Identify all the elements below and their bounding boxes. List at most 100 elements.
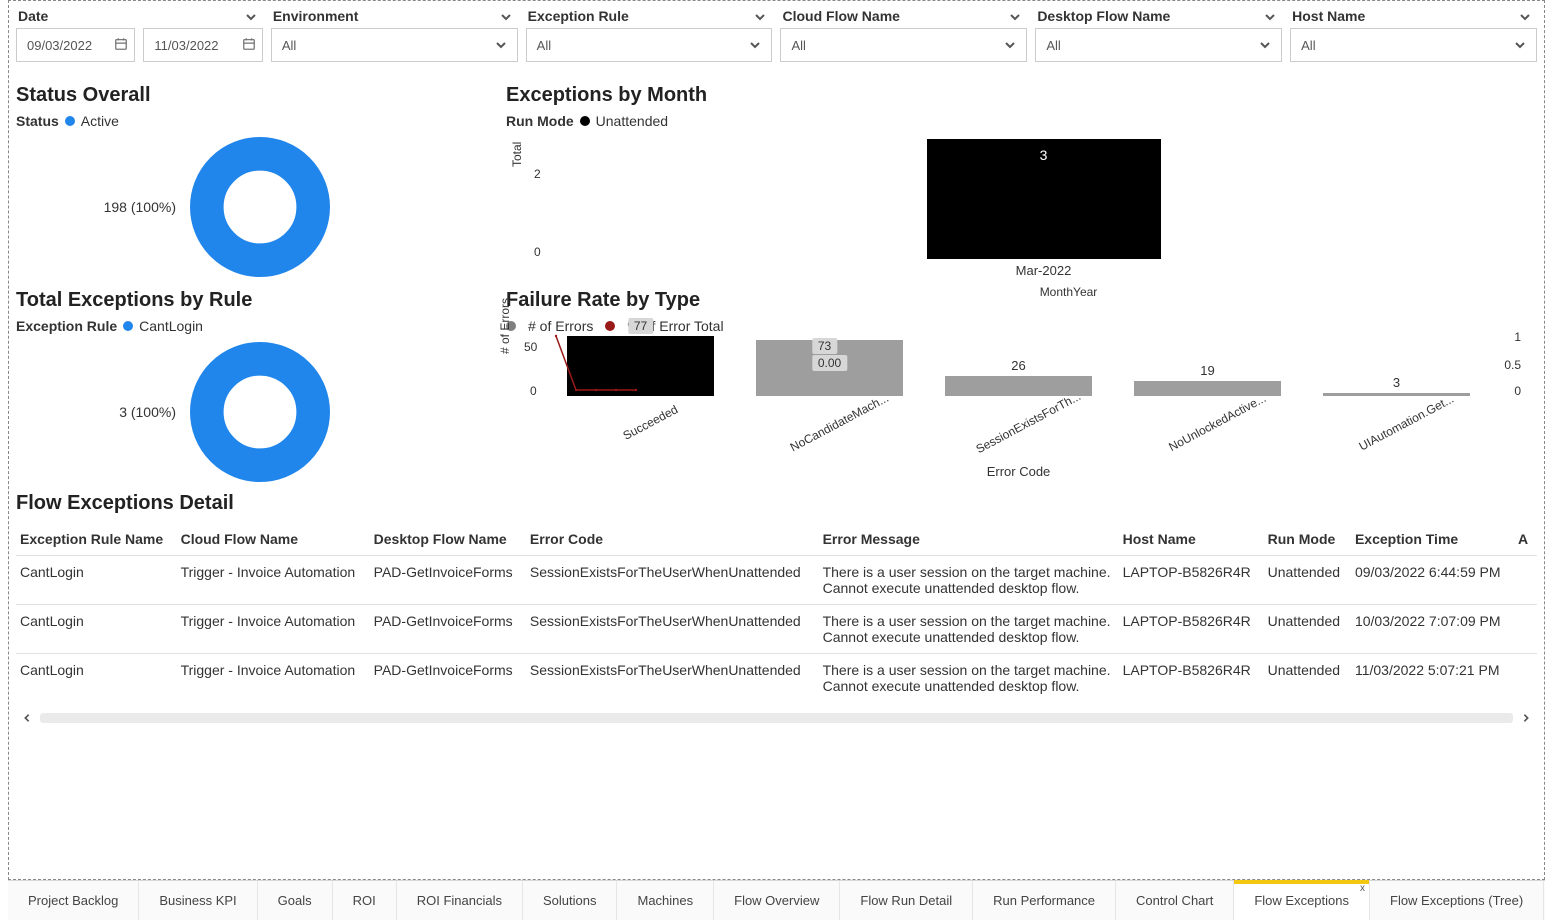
th-cloud[interactable]: Cloud Flow Name [177, 525, 370, 556]
status-overall-legend[interactable]: Status Active [16, 113, 506, 129]
tab-project-backlog[interactable]: Project Backlog [8, 881, 139, 920]
fr-bar-value-0: 77 [628, 318, 653, 334]
fr-bar-value-2: 26 [1011, 358, 1025, 373]
cell-host: LAPTOP-B5826R4R [1119, 556, 1264, 605]
tab-flow-exceptions-tree-[interactable]: Flow Exceptions (Tree) [1370, 881, 1544, 920]
status-overall-title: Status Overall [16, 84, 506, 107]
tab-solutions[interactable]: Solutions [523, 881, 617, 920]
filter-date-header[interactable]: Date [16, 8, 263, 28]
fr-line-value-1: 0.00 [812, 355, 847, 371]
exceptions-rule-donut-chart[interactable]: 3 (100%) [16, 342, 506, 482]
failure-rate-chart[interactable]: # of Errors 50 0 1 0.5 0 77 730.00 26 19… [506, 334, 1531, 474]
filter-row: Date 09/03/2022 11/03/2022 Environment [16, 8, 1537, 62]
cell-error: SessionExistsForTheUserWhenUnattended [526, 605, 819, 654]
detail-table-title: Flow Exceptions Detail [16, 492, 1537, 515]
cell-cloud: Trigger - Invoice Automation [177, 556, 370, 605]
table-row[interactable]: CantLoginTrigger - Invoice AutomationPAD… [16, 556, 1537, 605]
failure-rate-legend[interactable]: # of Errors % of Error Total [506, 318, 1531, 334]
table-header: Exception Rule Name Cloud Flow Name Desk… [16, 525, 1537, 556]
month-category-label: Mar-2022 [927, 263, 1161, 278]
exceptions-month-title: Exceptions by Month [506, 84, 1531, 107]
filter-exception-rule-label: Exception Rule [528, 8, 629, 24]
exceptions-rule-legend[interactable]: Exception Rule CantLogin [16, 318, 506, 334]
cell-msg: There is a user session on the target ma… [819, 605, 1119, 654]
month-ylabel: Total [510, 142, 524, 167]
th-msg[interactable]: Error Message [819, 525, 1119, 556]
fr-bar-value-1: 73 [812, 338, 837, 354]
filter-host-header[interactable]: Host Name [1290, 8, 1537, 28]
filter-host-dropdown[interactable]: All [1290, 28, 1537, 62]
tab-roi[interactable]: ROI [333, 881, 397, 920]
exceptions-rule-legend-item: CantLogin [139, 318, 203, 334]
th-error[interactable]: Error Code [526, 525, 819, 556]
donut-icon [190, 137, 330, 277]
legend-dot-icon [65, 116, 75, 126]
filter-cloud-flow: Cloud Flow Name All [780, 8, 1027, 62]
chevron-down-icon [1259, 39, 1271, 51]
filter-exception-rule-value: All [537, 38, 551, 53]
th-time[interactable]: Exception Time [1351, 525, 1514, 556]
filter-desktop-flow-dropdown[interactable]: All [1035, 28, 1282, 62]
tab-run-performance[interactable]: Run Performance [973, 881, 1116, 920]
filter-environment-label: Environment [273, 8, 359, 24]
tab-roi-financials[interactable]: ROI Financials [397, 881, 523, 920]
scroll-right-icon[interactable] [1519, 711, 1533, 725]
exceptions-month-chart[interactable]: Total 2 0 3 Mar-2022 MonthYear [506, 139, 1531, 289]
fr-y2tick-05: 0.5 [1504, 358, 1521, 372]
chevron-down-icon [245, 10, 257, 22]
month-bar-mar2022[interactable]: 3 [927, 139, 1161, 259]
th-rule[interactable]: Exception Rule Name [16, 525, 177, 556]
month-xlabel: MonthYear [556, 285, 1553, 299]
fr-y2tick-1: 1 [1514, 330, 1521, 344]
tab-business-kpi[interactable]: Business KPI [139, 881, 257, 920]
filter-exception-rule-dropdown[interactable]: All [526, 28, 773, 62]
th-desktop[interactable]: Desktop Flow Name [370, 525, 526, 556]
filter-desktop-flow: Desktop Flow Name All [1035, 8, 1282, 62]
horizontal-scrollbar[interactable] [20, 710, 1533, 726]
tab-control-chart[interactable]: Control Chart [1116, 881, 1234, 920]
tab-flow-exceptions[interactable]: Flow Exceptionsx [1234, 881, 1370, 920]
tab-machines[interactable]: Machines [617, 881, 714, 920]
col-left-1: Status Overall Status Active 198 (100%) [16, 62, 506, 277]
table-row[interactable]: CantLoginTrigger - Invoice AutomationPAD… [16, 605, 1537, 654]
scroll-left-icon[interactable] [20, 711, 34, 725]
status-donut-chart[interactable]: 198 (100%) [16, 137, 506, 277]
filter-cloud-flow-header[interactable]: Cloud Flow Name [780, 8, 1027, 28]
filter-date: Date 09/03/2022 11/03/2022 [16, 8, 263, 62]
scroll-track[interactable] [40, 713, 1513, 723]
table-row[interactable]: CantLoginTrigger - Invoice AutomationPAD… [16, 654, 1537, 703]
tab-roi-calculations[interactable]: ROI Calculations [1544, 881, 1553, 920]
filter-environment-header[interactable]: Environment [271, 8, 518, 28]
filter-host: Host Name All [1290, 8, 1537, 62]
detail-table[interactable]: Exception Rule Name Cloud Flow Name Desk… [16, 525, 1537, 702]
status-overall-legend-title: Status [16, 113, 59, 129]
chevron-down-icon [1514, 39, 1526, 51]
charts-row-1: Status Overall Status Active 198 (100%) … [16, 62, 1537, 289]
th-host[interactable]: Host Name [1119, 525, 1264, 556]
filter-desktop-flow-header[interactable]: Desktop Flow Name [1035, 8, 1282, 28]
cell-host: LAPTOP-B5826R4R [1119, 605, 1264, 654]
exceptions-month-legend[interactable]: Run Mode Unattended [506, 113, 1531, 129]
close-icon[interactable]: x [1360, 883, 1365, 894]
fr-bar-value-4: 3 [1393, 375, 1400, 390]
tab-goals[interactable]: Goals [258, 881, 333, 920]
tab-flow-overview[interactable]: Flow Overview [714, 881, 840, 920]
date-from-input[interactable]: 09/03/2022 [16, 28, 135, 62]
date-to-input[interactable]: 11/03/2022 [143, 28, 262, 62]
filter-desktop-flow-value: All [1046, 38, 1060, 53]
th-extra[interactable]: A [1514, 525, 1537, 556]
detail-table-section: Flow Exceptions Detail Exception Rule Na… [16, 492, 1537, 726]
status-donut-datalabel: 198 (100%) [16, 199, 176, 215]
filter-cloud-flow-dropdown[interactable]: All [780, 28, 1027, 62]
exceptions-rule-legend-title: Exception Rule [16, 318, 117, 334]
exceptions-month-legend-title: Run Mode [506, 113, 574, 129]
cell-msg: There is a user session on the target ma… [819, 654, 1119, 703]
fr-trend-line [546, 334, 646, 396]
legend-dot-icon [123, 321, 133, 331]
th-mode[interactable]: Run Mode [1264, 525, 1351, 556]
filter-environment-dropdown[interactable]: All [271, 28, 518, 62]
tab-flow-run-detail[interactable]: Flow Run Detail [840, 881, 973, 920]
month-bar-value: 3 [927, 147, 1161, 163]
filter-exception-rule-header[interactable]: Exception Rule [526, 8, 773, 28]
date-from-value: 09/03/2022 [27, 38, 92, 53]
